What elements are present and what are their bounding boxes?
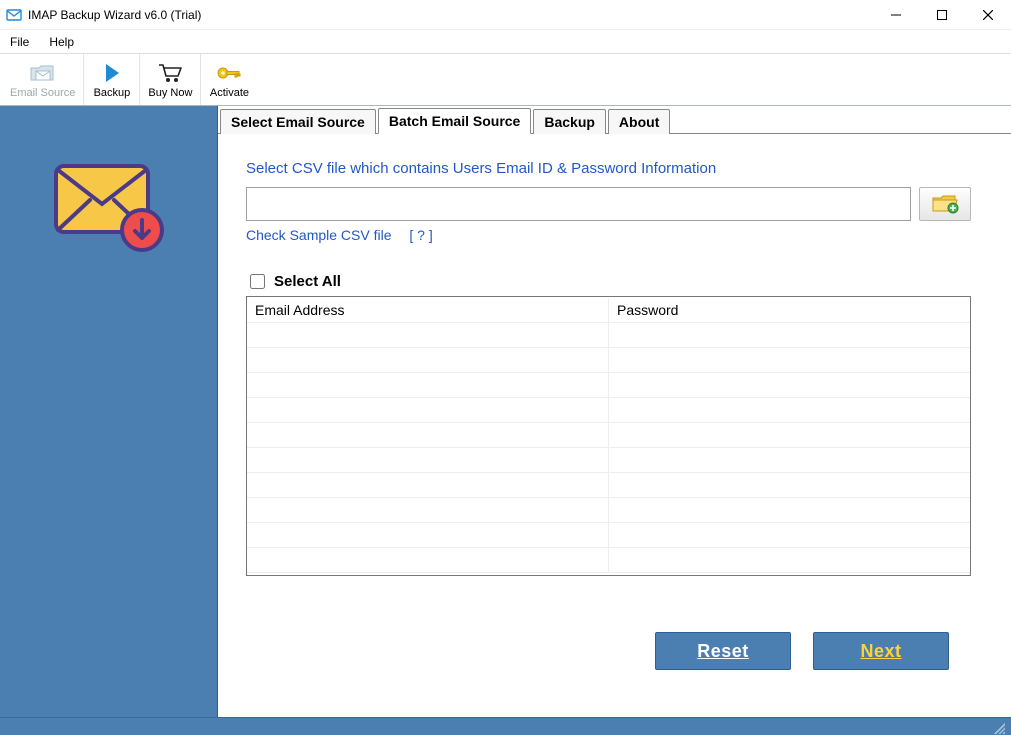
toolbar-backup[interactable]: Backup	[84, 54, 140, 105]
tab-body-batch: Select CSV file which contains Users Ema…	[218, 134, 1011, 690]
app-icon	[6, 7, 22, 23]
minimize-button[interactable]	[873, 0, 919, 30]
csv-row	[246, 187, 971, 221]
toolbar-backup-label: Backup	[94, 87, 131, 99]
content-area: Select Email Source Batch Email Source B…	[218, 106, 1011, 717]
table-row	[247, 473, 970, 498]
tab-select-email-source[interactable]: Select Email Source	[220, 109, 376, 134]
table-row	[247, 398, 970, 423]
status-bar	[0, 717, 1011, 735]
tab-backup[interactable]: Backup	[533, 109, 606, 134]
key-icon	[215, 61, 243, 85]
table-row	[247, 498, 970, 523]
table-row	[247, 423, 970, 448]
col-password-header[interactable]: Password	[609, 298, 970, 322]
folder-add-icon	[930, 191, 960, 218]
window-controls	[873, 0, 1011, 30]
col-email-header[interactable]: Email Address	[247, 298, 609, 322]
toolbar-buy-now[interactable]: Buy Now	[140, 54, 201, 105]
toolbar-buy-now-label: Buy Now	[148, 87, 192, 99]
grid-body	[247, 323, 970, 575]
csv-path-input[interactable]	[246, 187, 911, 221]
select-all-checkbox[interactable]	[250, 274, 265, 289]
select-all-row: Select All	[246, 271, 971, 292]
table-row	[247, 523, 970, 548]
toolbar: Email Source Backup Buy Now	[0, 54, 1011, 106]
play-icon	[102, 61, 122, 85]
table-row	[247, 323, 970, 348]
table-row	[247, 373, 970, 398]
mail-download-icon	[50, 156, 168, 717]
window-title: IMAP Backup Wizard v6.0 (Trial)	[28, 8, 201, 22]
next-button[interactable]: Next	[813, 632, 949, 670]
maximize-button[interactable]	[919, 0, 965, 30]
toolbar-email-source-label: Email Source	[10, 87, 75, 99]
select-all-label: Select All	[274, 273, 341, 290]
table-row	[247, 448, 970, 473]
table-row	[247, 348, 970, 373]
menu-file[interactable]: File	[0, 30, 39, 53]
help-link[interactable]: [ ? ]	[409, 227, 432, 243]
cart-icon	[157, 61, 183, 85]
tab-batch-email-source[interactable]: Batch Email Source	[378, 108, 532, 134]
links-row: Check Sample CSV file [ ? ]	[246, 227, 971, 243]
check-sample-link[interactable]: Check Sample CSV file	[246, 227, 392, 243]
folder-mail-icon	[29, 61, 57, 85]
table-row	[247, 548, 970, 573]
toolbar-activate[interactable]: Activate	[201, 54, 257, 105]
main-area: Select Email Source Batch Email Source B…	[0, 106, 1011, 717]
browse-button[interactable]	[919, 187, 971, 221]
instruction-text: Select CSV file which contains Users Ema…	[246, 160, 971, 177]
menu-bar: File Help	[0, 30, 1011, 54]
action-row: Reset Next	[246, 632, 971, 670]
menu-help[interactable]: Help	[39, 30, 84, 53]
reset-button[interactable]: Reset	[655, 632, 791, 670]
accounts-grid: Email Address Password	[246, 296, 971, 576]
sidebar	[0, 106, 218, 717]
title-bar: IMAP Backup Wizard v6.0 (Trial)	[0, 0, 1011, 30]
tabstrip: Select Email Source Batch Email Source B…	[218, 106, 1011, 134]
toolbar-email-source[interactable]: Email Source	[2, 54, 84, 105]
toolbar-activate-label: Activate	[210, 87, 249, 99]
resize-grip[interactable]	[991, 720, 1005, 734]
close-button[interactable]	[965, 0, 1011, 30]
grid-header: Email Address Password	[247, 297, 970, 323]
tab-about[interactable]: About	[608, 109, 670, 134]
